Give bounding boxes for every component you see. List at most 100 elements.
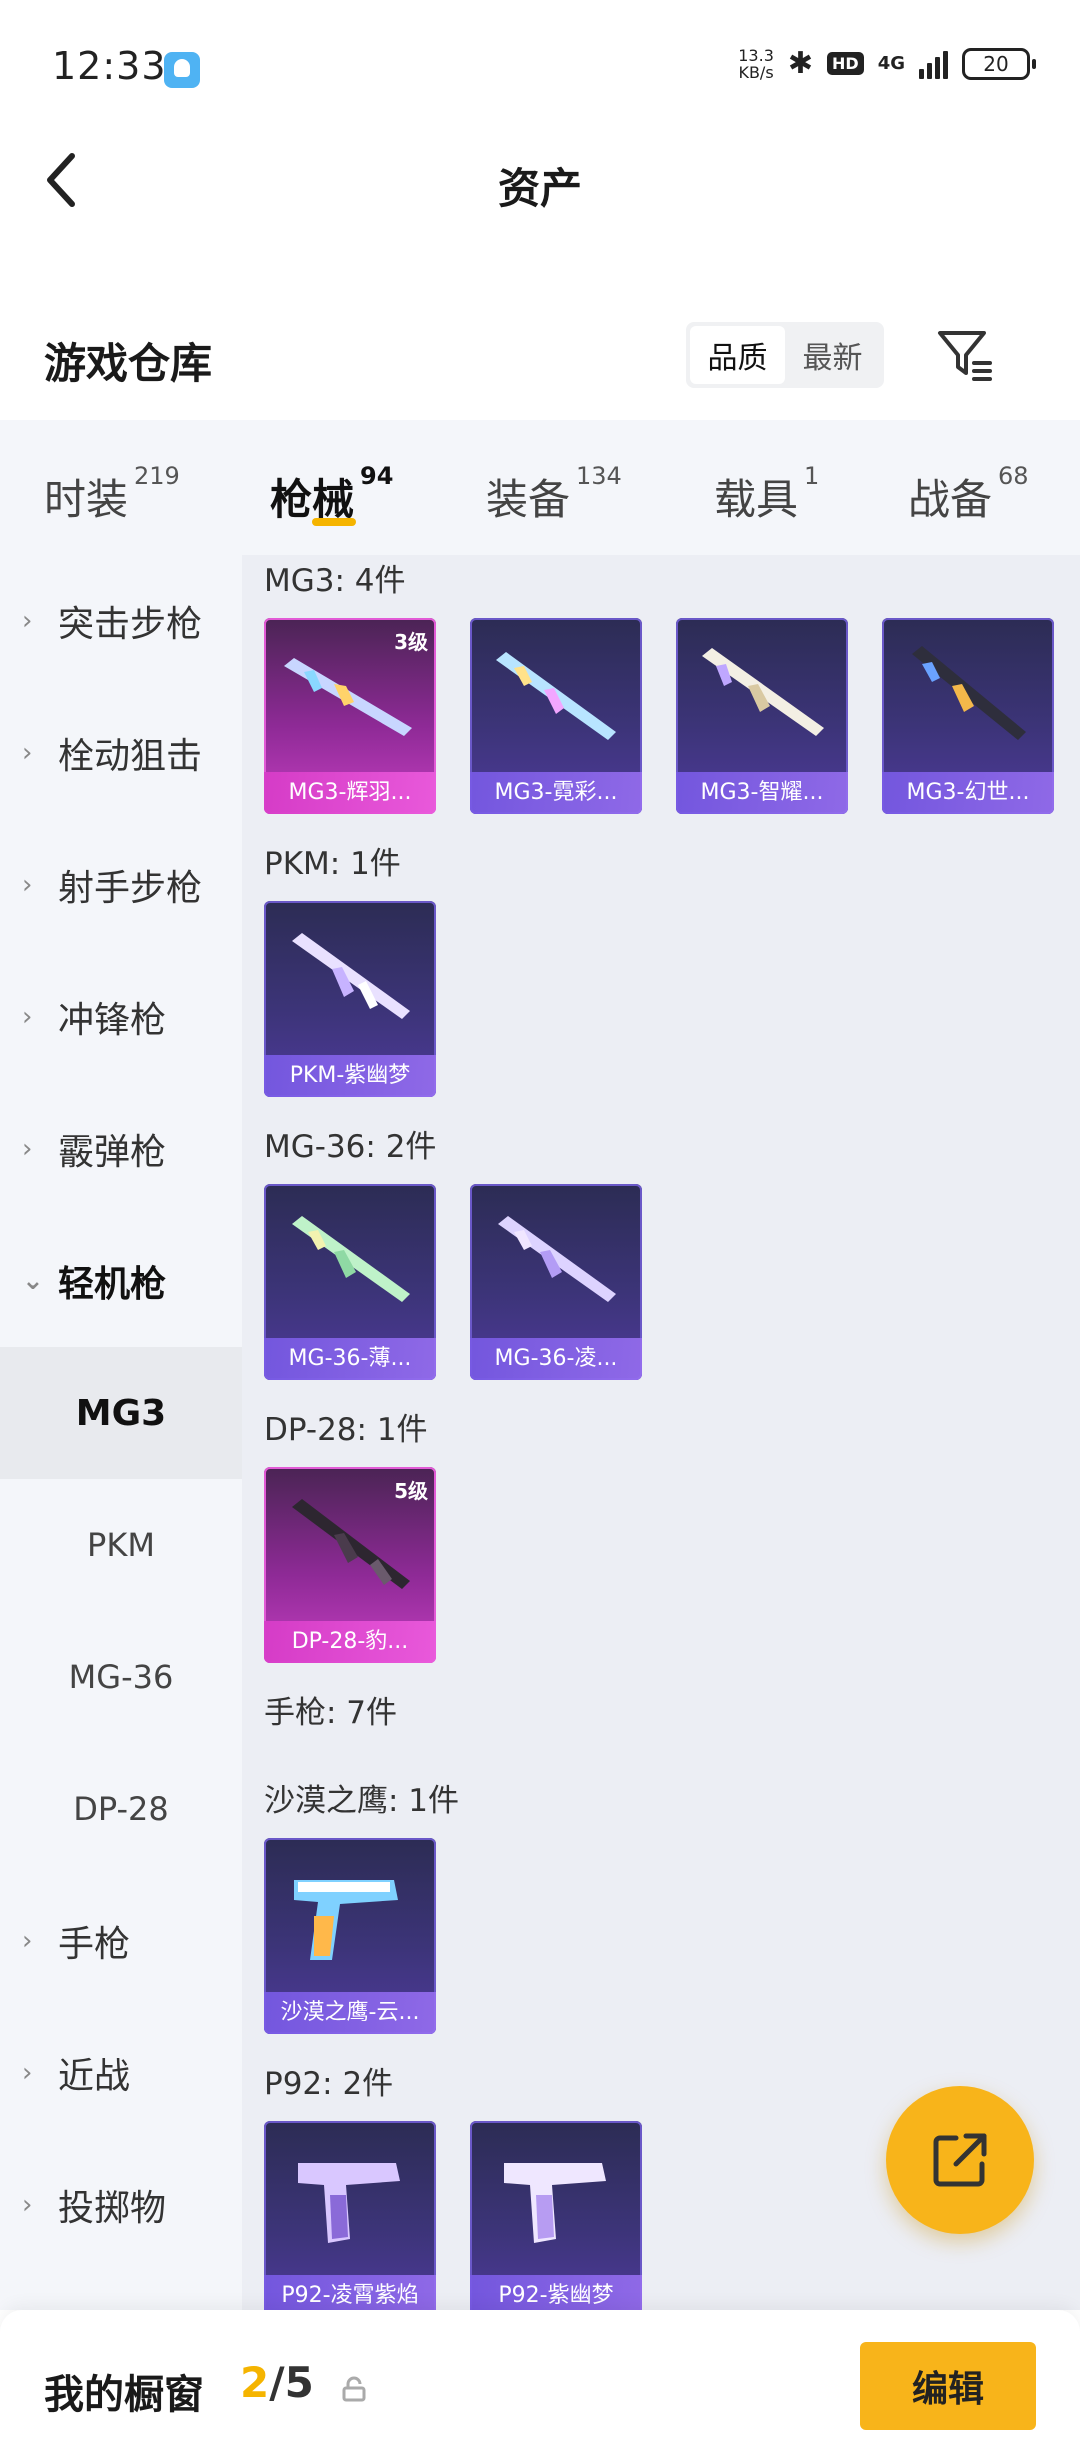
sort-quality-button[interactable]: 品质 [690,326,785,384]
tab-outfits[interactable]: 时装 219 [44,462,180,527]
group-label: MG-36: 2件 [264,1129,437,1165]
weapon-card[interactable]: 3级 MG3-辉羽... [264,618,436,814]
hd-icon: HD [827,52,864,75]
tab-label: 载具 [714,475,799,524]
sidebar-item-label: 近战 [58,2056,131,2097]
weapon-card[interactable]: 沙漠之鹰-云... [264,1838,436,2034]
weapon-card[interactable]: MG3-霓彩... [470,618,642,814]
tab-supplies[interactable]: 战备 68 [908,462,1029,527]
status-time: 12:33 [52,44,167,88]
weapon-grid: MG3: 4件 3级 MG3-辉羽... MG3-霓彩... MG3-智耀...… [242,555,1080,2310]
pistol-skin-icon [298,2163,400,2243]
warehouse-title: 游戏仓库 [44,339,213,388]
group-label: P92: 2件 [264,2066,394,2102]
tab-label: 枪械 [270,475,355,524]
lmg-skin-icon [292,933,410,1019]
tab-count: 134 [576,462,622,490]
sidebar-item-throwable[interactable]: › 投掷物 [0,2139,242,2271]
showcase-bar: 我的橱窗 2/5 编辑 [0,2310,1080,2460]
tab-label: 时装 [44,475,129,524]
sidebar-item-bolt-sniper[interactable]: › 栓动狙击 [0,687,242,819]
sidebar-sub-pkm[interactable]: PKM [0,1479,242,1611]
active-tab-indicator [312,518,356,526]
chevron-right-icon: › [22,1002,33,1032]
weapon-name: MG3-智耀... [676,772,848,814]
tab-label: 战备 [908,475,993,524]
weapon-card[interactable]: MG-36-凌... [470,1184,642,1380]
lock-icon [342,2376,366,2402]
chevron-right-icon: › [22,2190,33,2220]
chevron-right-icon: › [22,606,33,636]
bluetooth-icon: ✱ [787,46,814,81]
showcase-label: 我的橱窗 [44,2372,204,2418]
weapon-name: DP-28-豹... [264,1621,436,1663]
sidebar-item-label: 射手步枪 [58,868,203,909]
lmg-skin-icon [498,1216,616,1302]
battery-icon: 20 [962,47,1036,80]
chevron-right-icon: › [22,1926,33,1956]
pistol-skin-icon [294,1880,398,1960]
tab-count: 219 [134,462,180,490]
share-button[interactable] [886,2086,1034,2234]
lmg-skin-icon [912,646,1026,740]
net-speed-unit: KB/s [738,62,774,82]
signal-icon [919,49,948,79]
weapon-card[interactable]: MG-36-薄... [264,1184,436,1380]
weapon-card[interactable]: PKM-紫幽梦 [264,901,436,1097]
sidebar-item-marksman-rifle[interactable]: › 射手步枪 [0,819,242,951]
status-bar: 12:33 13.3 KB/s ✱ HD 4G 20 [0,0,1080,135]
showcase-total: 5 [284,2358,314,2407]
weapon-card[interactable]: 5级 DP-28-豹... [264,1467,436,1663]
lmg-skin-icon [292,1216,410,1302]
sidebar-item-smg[interactable]: › 冲锋枪 [0,951,242,1083]
sort-toggle: 品质 最新 [686,322,884,388]
lmg-skin-icon [496,652,616,740]
filter-icon[interactable] [934,323,994,383]
chevron-right-icon: › [22,1134,33,1164]
sort-newest-button[interactable]: 最新 [785,326,880,384]
edit-button[interactable]: 编辑 [860,2342,1036,2430]
weapon-card[interactable]: MG3-幻世... [882,618,1054,814]
share-icon [933,2133,987,2187]
group-label: 沙漠之鹰: 1件 [264,1783,460,1819]
sidebar-sub-mg3[interactable]: MG3 [0,1347,242,1479]
sidebar-item-pistol[interactable]: › 手枪 [0,1875,242,2007]
chevron-right-icon: › [22,2058,33,2088]
sidebar-item-label: 手枪 [58,1924,131,1965]
tab-count: 94 [360,462,394,490]
tab-vehicles[interactable]: 载具 1 [714,462,819,527]
weapon-card[interactable]: P92-紫幽梦 [470,2121,642,2310]
net-speed: 13.3 KB/s [738,47,774,81]
showcase-separator: / [269,2358,285,2407]
weapon-name: PKM-紫幽梦 [264,1055,436,1097]
weapon-card[interactable]: MG3-智耀... [676,618,848,814]
pistol-skin-icon [504,2163,606,2243]
chevron-right-icon: › [22,870,33,900]
sidebar-item-lmg[interactable]: ⌄ 轻机枪 [0,1215,242,1347]
group-label: MG3: 4件 [264,563,406,599]
weapon-sidebar: › 突击步枪 › 栓动狙击 › 射手步枪 › 冲锋枪 › 霰弹枪 ⌄ 轻机枪 MG3 PKM… [0,555,242,2310]
sidebar-item-label: 栓动狙击 [58,736,203,777]
sidebar-item-assault-rifle[interactable]: › 突击步枪 [0,555,242,687]
tab-label: 装备 [486,475,571,524]
weapon-card[interactable]: P92-凌霄紫焰 [264,2121,436,2310]
sidebar-item-melee[interactable]: › 近战 [0,2007,242,2139]
weapon-name: P92-紫幽梦 [470,2275,642,2310]
weapon-name: MG-36-凌... [470,1338,642,1380]
sidebar-item-label: 轻机枪 [58,1264,167,1305]
tab-equipment[interactable]: 装备 134 [486,462,622,527]
group-label: PKM: 1件 [264,846,401,882]
sidebar-item-label: 突击步枪 [58,604,203,645]
chevron-right-icon: › [22,738,33,768]
net-speed-value: 13.3 [738,45,774,65]
sidebar-item-label: 霰弹枪 [58,1132,167,1173]
weapon-name: 沙漠之鹰-云... [264,1992,436,2034]
sidebar-item-shotgun[interactable]: › 霰弹枪 [0,1083,242,1215]
sidebar-sub-mg36[interactable]: MG-36 [0,1611,242,1743]
level-badge: 3级 [394,630,428,654]
status-indicators: 13.3 KB/s ✱ HD 4G 20 [738,46,1036,81]
sidebar-item-label: 冲锋枪 [58,1000,167,1041]
sidebar-sub-dp28[interactable]: DP-28 [0,1743,242,1875]
tab-count: 68 [998,462,1029,490]
tab-count: 1 [804,462,820,490]
